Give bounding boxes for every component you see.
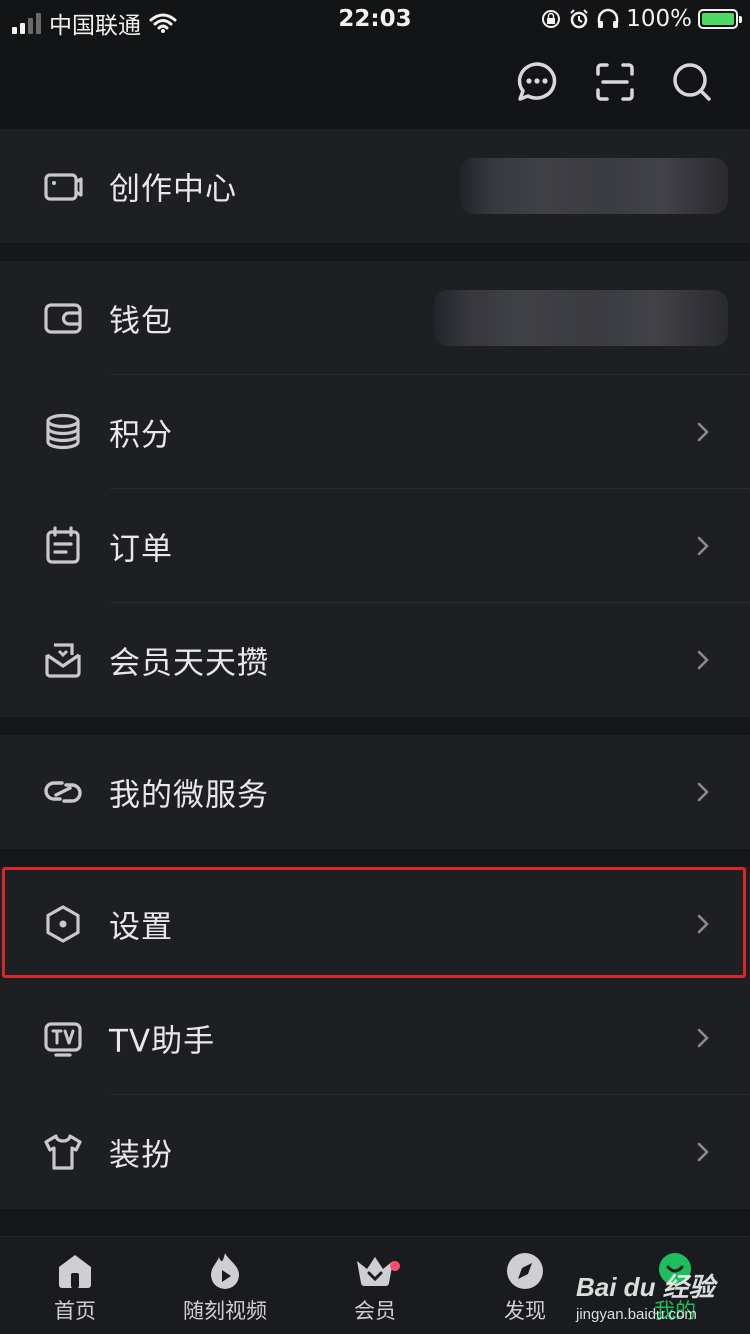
battery-icon: [698, 9, 742, 29]
coins-stack-icon: [46, 413, 80, 450]
chevron-right-icon: [697, 650, 709, 670]
watermark: Bai du 经验 jingyan.baidu.com: [576, 1267, 715, 1323]
status-right: 100%: [540, 6, 742, 32]
wallet-icon: [44, 303, 82, 334]
chevron-right-icon: [697, 536, 709, 556]
chevron-right-icon: [697, 782, 709, 802]
tab-home[interactable]: 首页: [0, 1251, 150, 1325]
blurred-value: [434, 290, 728, 346]
menu-item-label: 钱包: [109, 303, 173, 340]
order-calendar-icon: [46, 526, 80, 564]
chevron-right-icon: [697, 1028, 709, 1048]
search-icon[interactable]: [670, 60, 714, 104]
scan-icon[interactable]: [593, 60, 637, 104]
blurred-value: [460, 158, 728, 214]
menu-item-label: 会员天天攒: [109, 645, 269, 682]
menu-item-dress-up[interactable]: 装扮: [0, 1095, 750, 1209]
message-icon[interactable]: [515, 60, 559, 104]
status-bar: 中国联通 22:03 100%: [0, 0, 750, 42]
tshirt-icon: [44, 1134, 82, 1170]
headphones-icon: [597, 8, 619, 28]
tab-label: 首页: [54, 1299, 96, 1323]
watermark-sub: jingyan.baidu.com: [576, 1306, 697, 1323]
menu-item-label: 创作中心: [109, 171, 237, 208]
compass-icon: [507, 1253, 543, 1289]
tab-label: 会员: [354, 1299, 396, 1323]
menu-item-label: 装扮: [109, 1137, 173, 1174]
alarm-icon: [570, 9, 588, 29]
menu-item-tv-assistant[interactable]: TV助手: [0, 981, 750, 1095]
menu-item-points[interactable]: 积分: [0, 375, 750, 489]
tv-icon: [44, 1022, 82, 1057]
rotation-lock-icon: [542, 10, 561, 28]
flame-play-icon: [211, 1253, 239, 1289]
menu-group-micro-service: 我的微服务: [0, 735, 750, 849]
tab-label: 随刻视频: [183, 1299, 267, 1323]
menu-item-label: 我的微服务: [109, 777, 269, 814]
settings-highlight-box: [2, 867, 746, 978]
battery-percent: 100%: [626, 6, 692, 32]
top-toolbar: [0, 42, 750, 128]
menu-item-label: TV助手: [109, 1023, 216, 1060]
link-icon: [44, 781, 82, 803]
notification-badge: [390, 1261, 400, 1271]
menu-group-creator: 创作中心: [0, 129, 750, 243]
menu-item-label: 订单: [109, 531, 173, 568]
chevron-right-icon: [697, 422, 709, 442]
menu-item-member-save[interactable]: 会员天天攒: [0, 603, 750, 717]
gift-box-icon: [45, 643, 81, 678]
menu-item-orders[interactable]: 订单: [0, 489, 750, 603]
home-icon: [59, 1255, 91, 1288]
crown-icon: [357, 1257, 393, 1286]
menu-item-wallet[interactable]: 钱包: [0, 261, 750, 375]
menu-item-micro-service[interactable]: 我的微服务: [0, 735, 750, 849]
tab-member[interactable]: 会员: [300, 1251, 450, 1325]
video-camera-icon: [44, 173, 83, 201]
tab-suike-video[interactable]: 随刻视频: [150, 1251, 300, 1325]
menu-item-creation-center[interactable]: 创作中心: [0, 129, 750, 243]
bottom-tab-bar: 首页 随刻视频 会员 发现 我的 Bai du 经验 jingyan.baidu…: [0, 1236, 750, 1334]
menu-item-label: 积分: [109, 417, 173, 454]
chevron-right-icon: [697, 1142, 709, 1162]
menu-group-wallet: 钱包 积分 订单 会员天天攒: [0, 261, 750, 717]
watermark-main: Bai du 经验: [576, 1272, 715, 1302]
